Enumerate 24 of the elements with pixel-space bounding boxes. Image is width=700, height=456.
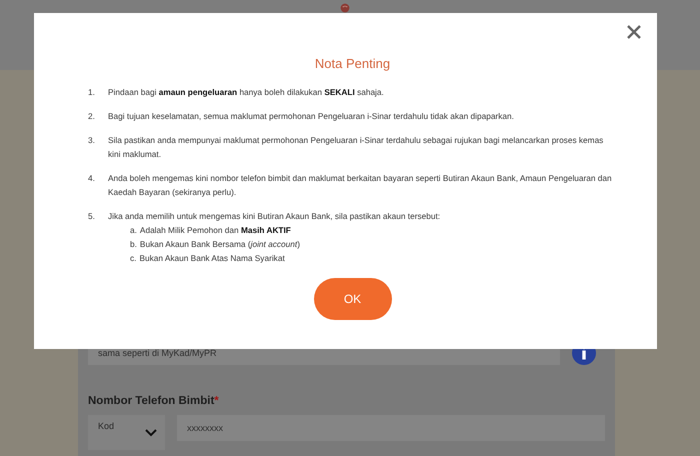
list-text: Anda boleh mengemas kini nombor telefon bimbit dan maklumat berkaitan bayaran seperti Butiran Akaun Bank, Amaun Pengeluaran dan Kaedah Bayaran (sekiranya perlu). bbox=[108, 172, 613, 199]
list-text: Bagi tujuan keselamatan, semua maklumat permohonan Pengeluaran i-Sinar terdahulu tidak akan dipaparkan. bbox=[108, 110, 514, 123]
list-number: b. bbox=[130, 238, 137, 251]
list-text: Adalah Milik Pemohon dan Masih AKTIF bbox=[140, 224, 291, 237]
field-label: Nombor Telefon Bimbit bbox=[88, 395, 214, 407]
list-text: Bukan Akaun Bank Atas Nama Syarikat bbox=[139, 252, 285, 265]
list-number: 3. bbox=[88, 134, 96, 147]
list-number: 1. bbox=[88, 86, 96, 99]
dialog-title: Nota Penting bbox=[314, 56, 390, 71]
list-text: Sila pastikan anda mempunyai maklumat permohonan Pengeluaran i-Sinar terdahulu sebagai rujukan bagi melancarkan proses kemas kini maklumat. bbox=[108, 134, 604, 161]
list-number: 5. bbox=[88, 210, 96, 223]
list-text: Bukan Akaun Bank Bersama (joint account) bbox=[140, 238, 300, 251]
ok-button[interactable]: OK bbox=[314, 278, 392, 320]
close-icon[interactable] bbox=[627, 25, 641, 39]
list-number: c. bbox=[130, 252, 136, 265]
phone-field[interactable]: xxxxxxxx bbox=[177, 415, 605, 441]
code-dropdown[interactable]: Kod bbox=[88, 415, 165, 450]
list-text: Jika anda memilih untuk mengemas kini Butiran Akaun Bank, sila pastikan akaun tersebut: bbox=[108, 210, 440, 223]
list-number: a. bbox=[130, 224, 137, 237]
list-number: 4. bbox=[88, 172, 96, 185]
required-mark: * bbox=[214, 395, 219, 407]
list-number: 2. bbox=[88, 110, 96, 123]
chevron-down-icon bbox=[145, 429, 157, 437]
list-text: Pindaan bagi amaun pengeluaran hanya boleh dilakukan SEKALI sahaja. bbox=[108, 86, 384, 99]
